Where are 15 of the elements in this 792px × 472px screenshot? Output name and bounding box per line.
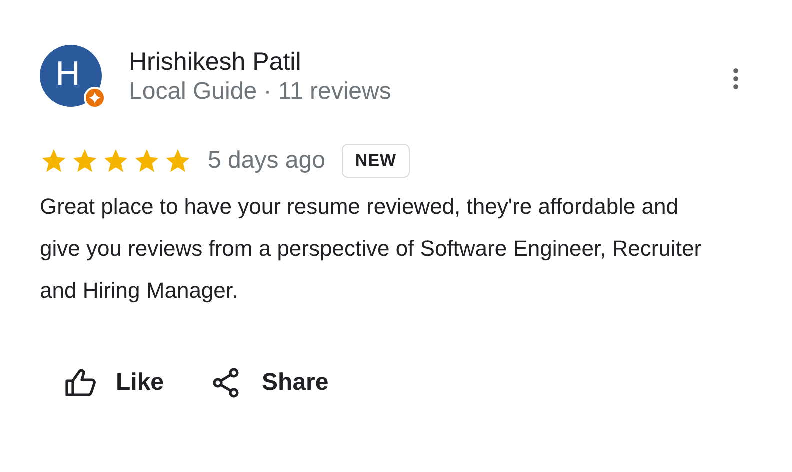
- avatar-initial: H: [56, 57, 80, 91]
- star-icon: [133, 147, 161, 175]
- star-icon: [164, 147, 192, 175]
- review-text: Great place to have your resume reviewed, they're affordable and give you reviews from a perspective of Software Engineer, Recruiter and Hiring Manager.: [40, 193, 703, 305]
- reviewer-name[interactable]: Hrishikesh Patil: [129, 47, 392, 77]
- star-icon: [71, 147, 99, 175]
- more-options-icon[interactable]: [732, 68, 740, 90]
- new-badge: NEW: [342, 144, 410, 178]
- review-time: 5 days ago: [208, 147, 326, 175]
- thumbs-up-icon: [64, 368, 98, 398]
- star-icon: [102, 147, 130, 175]
- like-button[interactable]: Like: [64, 364, 164, 402]
- share-button[interactable]: Share: [210, 364, 329, 402]
- star-icon: [40, 147, 68, 175]
- reviewer-subtitle: Local Guide · 11 reviews: [129, 77, 392, 107]
